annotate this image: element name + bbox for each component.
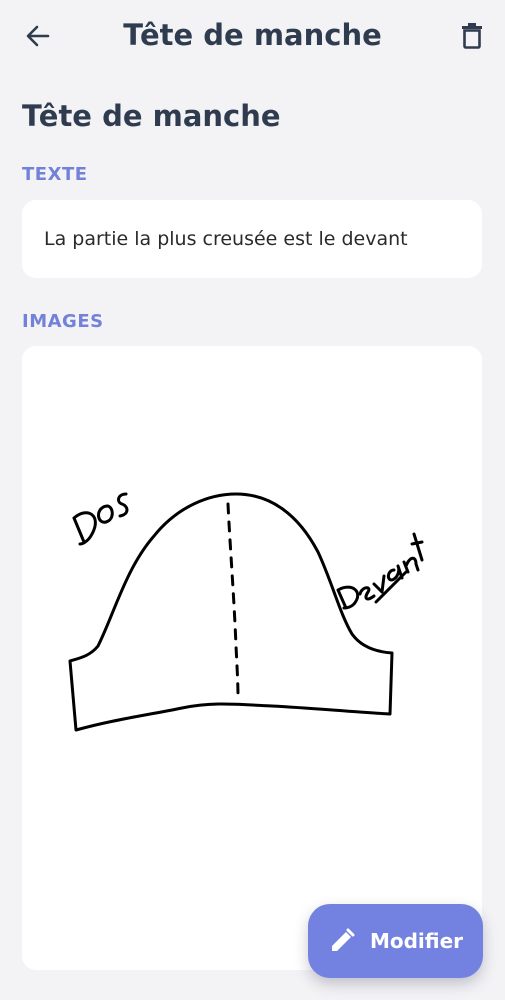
texte-section-label: TEXTE [22, 164, 88, 185]
delete-button[interactable] [456, 19, 488, 51]
arrow-left-icon [26, 25, 50, 47]
modifier-button[interactable]: Modifier [308, 904, 483, 978]
handwritten-labels [72, 492, 424, 610]
pencil-icon [328, 927, 356, 955]
sleeve-cap-image[interactable] [22, 346, 482, 970]
app-title: Tête de manche [123, 18, 382, 52]
screen: Tête de manche Tête de manche TEXTE La p… [0, 0, 505, 1000]
images-section-label: IMAGES [22, 311, 104, 332]
page-title: Tête de manche [22, 99, 281, 133]
trash-icon [462, 23, 482, 49]
back-button[interactable] [22, 20, 54, 52]
modifier-button-label: Modifier [369, 929, 464, 953]
text-value: La partie la plus creusée est le devant [44, 228, 408, 250]
text-card: La partie la plus creusée est le devant [22, 200, 482, 278]
top-bar: Tête de manche [0, 0, 505, 72]
sleeve-cap-drawing [68, 492, 424, 732]
